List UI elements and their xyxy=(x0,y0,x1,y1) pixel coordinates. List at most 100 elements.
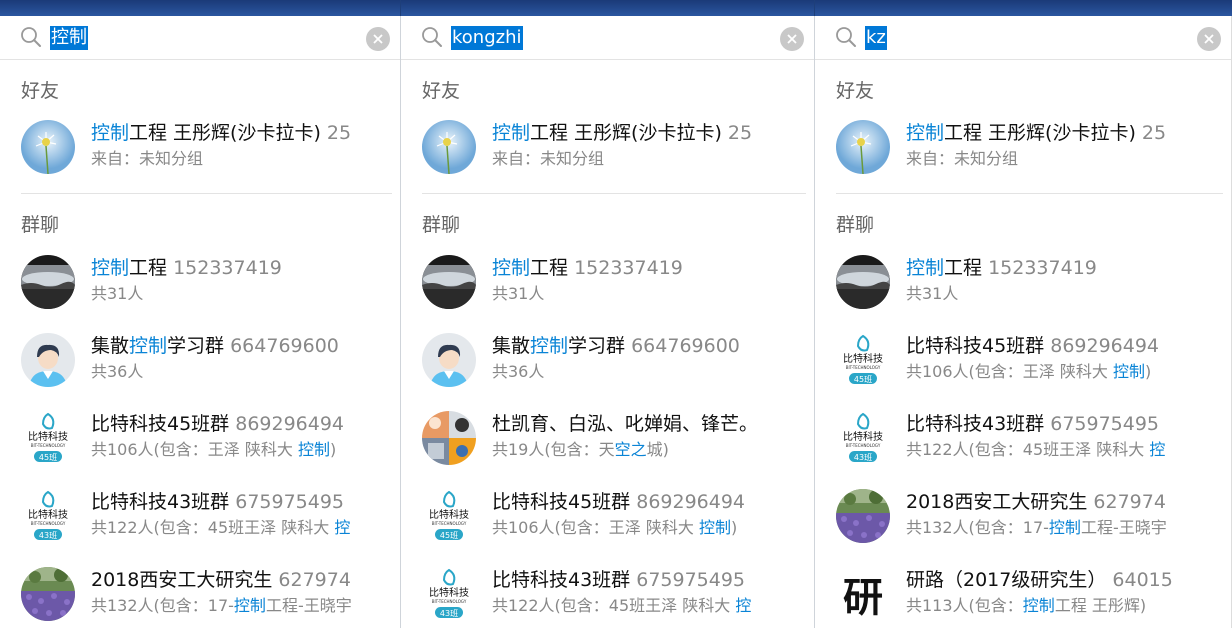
list-item[interactable]: 控制工程 152337419 共31人 xyxy=(401,247,814,317)
list-item[interactable]: 控制工程 152337419 共31人 xyxy=(815,247,1231,317)
svg-text:43班: 43班 xyxy=(39,530,57,540)
close-icon xyxy=(787,34,797,44)
item-title: 比特科技43班群 675975495 xyxy=(91,489,400,515)
friends-section-label: 好友 xyxy=(21,80,60,102)
text-fade xyxy=(360,489,400,515)
item-title: 控制工程 152337419 xyxy=(906,255,1231,281)
match-highlight: 控 xyxy=(735,596,752,615)
item-subtitle: 来自：未知分组 xyxy=(91,148,400,170)
avatar xyxy=(422,333,476,387)
subtitle-text: 共36人 xyxy=(91,362,144,381)
list-item[interactable]: 研 研路（2017级研究生） 64015 共113人(包含：控制工程 王彤辉) xyxy=(815,559,1231,628)
default-avatar-icon xyxy=(21,333,75,387)
subtitle-text: 共122人(包含：45班王泽 陕科大 xyxy=(906,440,1150,459)
bitkeji-logo-icon: 比特科技BIT-TECHNOLOGY 43班 xyxy=(836,411,890,465)
close-icon xyxy=(1204,34,1214,44)
text-fade xyxy=(774,411,814,437)
clear-search-button[interactable] xyxy=(366,27,390,51)
match-highlight: 控制 xyxy=(492,122,531,144)
svg-text:43班: 43班 xyxy=(854,452,872,462)
item-title: 控制工程 王彤辉(沙卡拉卡) 25 xyxy=(492,120,814,146)
list-item[interactable]: 杜凯育、白泓、叱婵娟、锋芒。 共19人(包含：天空之城) xyxy=(401,403,814,473)
subtitle-text: 共132人(包含：17- xyxy=(91,596,234,615)
list-item[interactable]: 比特科技 BIT-TECHNOLOGY 43班 比特科技43班群 675975495… xyxy=(401,559,814,628)
search-query-text: 控制 xyxy=(50,26,88,50)
text-fade xyxy=(1191,567,1231,593)
list-item[interactable]: 集散控制学习群 664769600 共36人 xyxy=(401,325,814,395)
list-item[interactable]: 比特科技 BIT-TECHNOLOGY 43班 比特科技43班群 675975495… xyxy=(815,403,1231,473)
list-item[interactable]: 比特科技 BIT-TECHNOLOGY 45班 比特科技45班群 869296494… xyxy=(0,403,400,473)
match-highlight: 控制 xyxy=(129,335,168,357)
avatar: 比特科技 BIT-TECHNOLOGY 45班 xyxy=(422,489,476,543)
list-item[interactable]: 控制工程 王彤辉(沙卡拉卡) 25 来自：未知分组 xyxy=(815,112,1231,182)
list-item[interactable]: 2018西安工大研究生 627974 共132人(包含：17-控制工程-王晓宇 xyxy=(0,559,400,628)
avatar: 比特科技 BIT-TECHNOLOGY 43班 xyxy=(21,489,75,543)
list-item[interactable]: 比特科技 BIT-TECHNOLOGY 45班 比特科技45班群 869296494… xyxy=(815,325,1231,395)
item-subtitle: 共113人(包含：控制工程 王彤辉) xyxy=(906,595,1231,617)
search-input[interactable]: 控制 xyxy=(50,26,88,50)
svg-text:比特科技: 比特科技 xyxy=(843,352,883,365)
text-fade xyxy=(774,567,814,593)
item-subtitle: 共19人(包含：天空之城) xyxy=(492,439,814,461)
avatar xyxy=(21,567,75,621)
search-bar: 控制 xyxy=(0,16,400,60)
clear-search-button[interactable] xyxy=(1197,27,1221,51)
item-title: 比特科技43班群 675975495 xyxy=(906,411,1231,437)
list-item[interactable]: 控制工程 王彤辉(沙卡拉卡) 25 来自：未知分组 xyxy=(401,112,814,182)
item-subtitle: 共132人(包含：17-控制工程-王晓宇 xyxy=(91,595,400,617)
dandelion-photo-icon xyxy=(21,120,75,174)
subtitle-text: 共106人(包含：王泽 陕科大 xyxy=(91,440,298,459)
svg-text:比特科技: 比特科技 xyxy=(28,430,68,443)
item-title: 比特科技43班群 675975495 xyxy=(492,567,814,593)
svg-text:43班: 43班 xyxy=(440,608,458,618)
avatar xyxy=(836,489,890,543)
item-subtitle: 共132人(包含：17-控制工程-王晓宇 xyxy=(906,517,1231,539)
subtitle-text: 来自：未知分组 xyxy=(492,149,605,168)
item-subtitle: 共122人(包含：45班王泽 陕科大 控 xyxy=(906,439,1231,461)
subtitle-text: ) xyxy=(329,440,337,459)
title-text: 比特科技43班群 xyxy=(492,569,631,591)
text-fade xyxy=(774,489,814,515)
item-subtitle: 共31人 xyxy=(91,283,400,305)
bitkeji-logo-icon: 比特科技BIT-TECHNOLOGY 45班 xyxy=(21,411,75,465)
subtitle-text: 工程-王晓宇 xyxy=(265,596,352,615)
list-item[interactable]: 集散控制学习群 664769600 共36人 xyxy=(0,325,400,395)
match-highlight: 空之 xyxy=(614,440,647,459)
item-number: 675975495 xyxy=(229,491,345,513)
text-fade xyxy=(360,411,400,437)
search-panel: 控制 好友 控制工程 王彤辉(沙卡拉卡) 25 来自：未知分组 群聊 控制工程 … xyxy=(0,16,400,628)
title-text: 比特科技45班群 xyxy=(91,413,230,435)
calligraphy-yan-icon: 研 xyxy=(836,567,890,621)
item-number: 627974 xyxy=(272,569,351,591)
search-input[interactable]: kongzhi xyxy=(451,26,523,50)
text-fade xyxy=(360,439,400,461)
match-highlight: 控制 xyxy=(91,257,130,279)
text-fade xyxy=(774,361,814,383)
subtitle-text: 共36人 xyxy=(492,362,545,381)
bitkeji-logo-icon: 比特科技BIT-TECHNOLOGY 45班 xyxy=(422,489,476,543)
list-item[interactable]: 比特科技 BIT-TECHNOLOGY 43班 比特科技43班群 675975495… xyxy=(0,481,400,551)
item-subtitle: 共122人(包含：45班王泽 陕科大 控 xyxy=(91,517,400,539)
svg-text:BIT-TECHNOLOGY: BIT-TECHNOLOGY xyxy=(432,521,467,526)
subtitle-text: 来自：未知分组 xyxy=(906,149,1019,168)
match-highlight: 控 xyxy=(1149,440,1166,459)
list-item[interactable]: 2018西安工大研究生 627974 共132人(包含：17-控制工程-王晓宇 xyxy=(815,481,1231,551)
item-subtitle: 共36人 xyxy=(492,361,814,383)
item-title: 集散控制学习群 664769600 xyxy=(492,333,814,359)
text-fade xyxy=(774,333,814,359)
match-highlight: 控制 xyxy=(1112,362,1145,381)
match-highlight: 控制 xyxy=(297,440,330,459)
avatar xyxy=(422,120,476,174)
item-title: 集散控制学习群 664769600 xyxy=(91,333,400,359)
list-item[interactable]: 比特科技 BIT-TECHNOLOGY 45班 比特科技45班群 869296494… xyxy=(401,481,814,551)
item-title: 比特科技45班群 869296494 xyxy=(906,333,1231,359)
list-item[interactable]: 控制工程 王彤辉(沙卡拉卡) 25 来自：未知分组 xyxy=(0,112,400,182)
title-text: 2018西安工大研究生 xyxy=(906,491,1088,513)
search-input[interactable]: kz xyxy=(865,26,887,50)
clear-search-button[interactable] xyxy=(780,27,804,51)
groups-section-label: 群聊 xyxy=(21,214,60,236)
item-number: 64015 xyxy=(1106,569,1173,591)
avatar xyxy=(21,333,75,387)
groups-section-label: 群聊 xyxy=(836,214,875,236)
list-item[interactable]: 控制工程 152337419 共31人 xyxy=(0,247,400,317)
